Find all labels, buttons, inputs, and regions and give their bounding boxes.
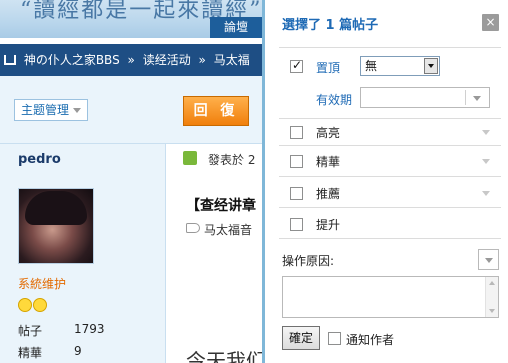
highlight-label[interactable]: 高亮	[316, 124, 340, 141]
pin-label: 置頂	[316, 61, 341, 75]
posted-timestamp: 發表於 2	[208, 153, 256, 167]
stat-label: 帖子	[18, 324, 43, 338]
digest-label[interactable]: 精華	[316, 153, 340, 170]
avatar-hair	[25, 191, 87, 225]
textarea-scrollbar[interactable]	[485, 277, 498, 317]
tag-icon	[186, 223, 200, 233]
digest-checkbox[interactable]	[290, 155, 303, 168]
chevron-down-icon[interactable]	[482, 159, 490, 164]
post-title: 【查经讲章	[186, 198, 256, 214]
divider	[279, 238, 501, 239]
recommend-label[interactable]: 推薦	[316, 185, 340, 202]
expiry-label: 有效期	[316, 93, 353, 107]
post-author-icon	[183, 151, 197, 165]
moderation-panel: 選擇了 1 篇帖子 × 置頂 無 有效期 高亮 精華 推薦 提升 操作原因: 確…	[265, 0, 508, 363]
breadcrumb-item-board[interactable]: 读经活动	[143, 53, 191, 67]
stat-value: 9	[74, 344, 82, 358]
author-role: 系統维护	[18, 277, 67, 291]
home-icon[interactable]	[4, 55, 16, 65]
reason-label: 操作原因:	[282, 254, 335, 268]
smiley-icon	[33, 298, 47, 312]
chevron-down-icon[interactable]	[482, 130, 490, 135]
author-badges	[18, 298, 48, 315]
confirm-button[interactable]: 確定	[282, 326, 320, 350]
divider	[279, 145, 501, 146]
divider	[279, 118, 501, 119]
notify-author-label[interactable]: 通知作者	[346, 331, 394, 348]
post-tag[interactable]: 马太福音	[204, 221, 252, 238]
stat-value: 1793	[74, 322, 105, 336]
breadcrumb-separator: »	[127, 53, 135, 67]
stat-label: 精華	[18, 346, 43, 360]
smiley-icon	[18, 298, 32, 312]
breadcrumb-item-site[interactable]: 神の仆人之家BBS	[24, 53, 120, 67]
divider	[279, 47, 501, 48]
reason-preset-dropdown[interactable]	[478, 249, 499, 270]
topic-manage-dropdown[interactable]: 主题管理	[14, 99, 89, 121]
notify-author-checkbox[interactable]	[328, 332, 341, 345]
pin-level-value: 無	[365, 59, 378, 73]
author-stat-digest: 精華 9	[18, 344, 82, 361]
panel-title: 選擇了 1 篇帖子	[282, 18, 379, 33]
input-separator	[465, 90, 466, 105]
divider	[279, 176, 501, 177]
reply-button[interactable]: 回 復	[183, 96, 249, 126]
bump-label[interactable]: 提升	[316, 216, 340, 233]
pin-level-select[interactable]: 無	[360, 56, 440, 76]
chevron-down-icon	[73, 108, 82, 113]
pin-checkbox[interactable]	[290, 58, 303, 73]
author-name[interactable]: pedro	[18, 152, 61, 167]
breadcrumb-separator: »	[198, 53, 206, 67]
close-button[interactable]: ×	[482, 14, 499, 31]
avatar[interactable]	[18, 188, 94, 264]
dropdown-arrow-icon[interactable]	[424, 58, 438, 74]
recommend-checkbox[interactable]	[290, 187, 303, 200]
topic-manage-label: 主题管理	[21, 103, 70, 117]
divider	[279, 207, 501, 208]
breadcrumb: 神の仆人之家BBS » 读经活动 » 马太福	[0, 44, 262, 76]
bump-checkbox[interactable]	[290, 218, 303, 231]
nav-tab-forum[interactable]: 論壇	[210, 17, 270, 38]
chevron-down-icon[interactable]	[482, 191, 490, 196]
expiry-date-input[interactable]	[360, 87, 490, 108]
breadcrumb-item-thread[interactable]: 马太福	[214, 53, 250, 67]
chevron-down-icon[interactable]	[473, 96, 481, 101]
author-stat-posts: 帖子 1793	[18, 322, 105, 339]
reason-textarea[interactable]	[282, 276, 499, 318]
post-body: 今天我们	[186, 349, 266, 363]
highlight-checkbox[interactable]	[290, 126, 303, 139]
